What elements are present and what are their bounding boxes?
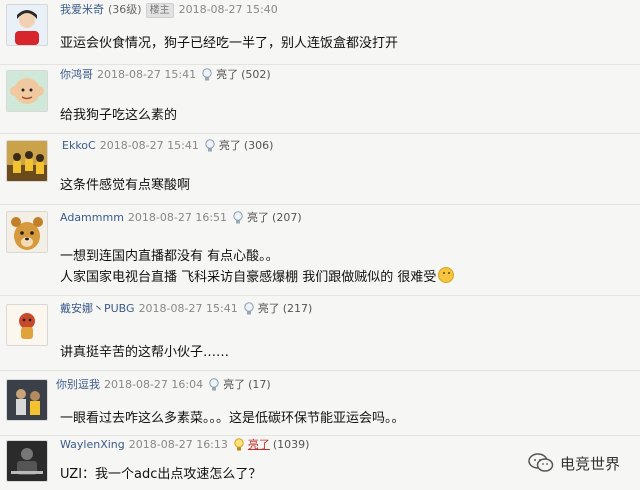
avatar[interactable] [6,140,48,182]
like-count: (502) [241,68,271,81]
avatar[interactable] [6,4,48,46]
avatar[interactable] [6,70,48,112]
lightbulb-lit-icon[interactable] [233,438,245,452]
username[interactable]: Adammmm [60,210,124,226]
username[interactable]: 你鸿哥 [60,67,93,83]
username[interactable]: WaylenXing [60,437,125,453]
wechat-icon [528,453,554,472]
comment-text: 一眼看过去咋这么多素菜。。。这是低碳环保节能亚运会吗。。 [60,411,405,426]
lightbulb-icon[interactable] [201,68,213,82]
comment-text-line2: 人家国家电视台直播 飞科采访自豪感爆棚 我们跟做贼似的 很难受 [60,267,455,288]
like-count: (306) [243,139,274,152]
watermark: 电竞世界 [528,450,620,476]
comment-text: 一想到连国内直播都没有 有点心酸。。 [60,249,279,264]
comment-item: 戴安娜丶PUBG 2018-08-27 15:41 亮了 (217) 讲真挺辛苦… [0,296,640,370]
like-button[interactable]: 亮了 [223,377,245,393]
comment-text: 讲真挺辛苦的这帮小伙子…… [60,345,230,360]
lightbulb-icon[interactable] [204,139,216,153]
lightbulb-icon[interactable] [232,211,244,225]
timestamp: 2018-08-27 16:51 [127,211,228,224]
like-count: (217) [282,302,313,315]
timestamp: 2018-08-27 16:04 [104,378,204,391]
lightbulb-icon[interactable] [208,378,220,392]
comment-text: 这条件感觉有点寒酸啊 [60,178,191,193]
owner-badge: 楼主 [145,2,174,18]
comment-item: Adammmm 2018-08-27 16:51 亮了 (207) 一想到连国内… [0,205,640,295]
user-level: (36级) [108,3,142,16]
avatar[interactable] [6,440,48,482]
comment-text: 人家国家电视台直播 飞科采访自豪感爆棚 我们跟做贼似的 很难受 [60,270,437,285]
username[interactable]: EkkoC [62,138,96,154]
timestamp: 2018-08-27 15:41 [99,139,199,152]
avatar[interactable] [6,304,48,346]
like-button[interactable]: 亮了 [216,67,238,83]
comment-item: 我爱米奇 (36级) 楼主 2018-08-27 15:40 亚运会伙食情况，狗… [0,0,640,64]
comment-text: UZI：我一个adc出点攻速怎么了？ [60,467,262,482]
like-button[interactable]: 亮了 [247,210,269,226]
watermark-label: 电竞世界 [559,454,620,473]
timestamp: 2018-08-27 15:40 [178,3,278,16]
avatar[interactable] [6,379,48,421]
timestamp: 2018-08-27 15:41 [138,302,238,315]
like-button[interactable]: 亮了 [258,301,280,317]
avatar[interactable] [6,211,48,253]
username[interactable]: 戴安娜丶PUBG [60,301,135,317]
comment-item: 你鸿哥 2018-08-27 15:41 亮了 (502) 给我狗子吃这么素的 [0,65,640,133]
like-count: (207) [272,211,302,224]
comment-item: 你别逗我 2018-08-27 16:04 亮了 (17) 一眼看过去咋这么多素… [0,371,640,435]
lightbulb-icon[interactable] [243,302,255,316]
sad-face-icon [438,267,455,283]
comment-text: 亚运会伙食情况，狗子已经吃一半了，别人连饭盒都没打开 [60,36,399,51]
username[interactable]: 你别逗我 [56,377,100,393]
timestamp: 2018-08-27 15:41 [97,68,197,81]
like-count: (1039) [272,438,310,451]
like-button[interactable]: 亮了 [219,138,241,154]
timestamp: 2018-08-27 16:13 [128,438,228,451]
comment-text: 给我狗子吃这么素的 [60,108,178,123]
like-count: (17) [248,378,271,391]
like-button-lit[interactable]: 亮了 [248,437,270,453]
comment-item: EkkoC 2018-08-27 15:41 亮了 (306) 这条件感觉有点寒… [0,134,640,204]
username[interactable]: 我爱米奇 [60,2,104,18]
